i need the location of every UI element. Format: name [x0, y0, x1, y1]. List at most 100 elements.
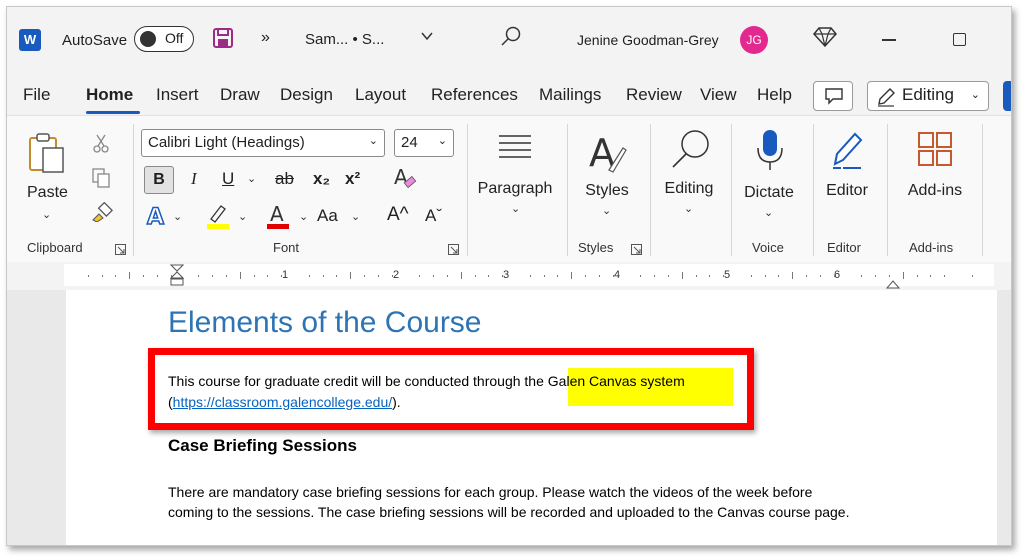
- tab-view[interactable]: View: [700, 85, 737, 105]
- paragraph[interactable]: There are mandatory case briefing sessio…: [168, 482, 888, 522]
- dialog-launcher-icon[interactable]: [631, 242, 642, 260]
- ruler-dot: [875, 275, 877, 277]
- tab-mailings[interactable]: Mailings: [539, 85, 601, 105]
- ruler-dot: [695, 275, 697, 277]
- change-case-button[interactable]: Aa: [317, 206, 338, 226]
- search-icon[interactable]: [500, 25, 522, 52]
- dictate-label[interactable]: Dictate: [737, 184, 801, 202]
- document-heading[interactable]: Elements of the Course: [168, 306, 482, 340]
- chevron-down-icon[interactable]: ⌄: [764, 206, 773, 219]
- ruler-dot: [819, 275, 821, 277]
- avatar[interactable]: JG: [740, 26, 768, 54]
- tab-insert[interactable]: Insert: [156, 85, 199, 105]
- font-size-value: 24: [401, 134, 418, 151]
- chevron-down-icon[interactable]: ⌄: [351, 210, 360, 223]
- tab-review[interactable]: Review: [626, 85, 682, 105]
- add-ins-label[interactable]: Add-ins: [903, 182, 967, 200]
- find-icon[interactable]: [669, 128, 713, 175]
- user-name[interactable]: Jenine Goodman-Grey: [577, 32, 719, 48]
- diamond-icon[interactable]: [813, 26, 837, 53]
- dialog-launcher-icon[interactable]: [448, 242, 459, 260]
- font-name-value: Calibri Light (Headings): [148, 134, 305, 151]
- bold-button[interactable]: B: [144, 166, 174, 194]
- share-button[interactable]: [1003, 81, 1011, 111]
- ruler-dot: [87, 275, 89, 277]
- editor-icon[interactable]: [829, 130, 865, 175]
- tab-references[interactable]: References: [431, 85, 518, 105]
- first-line-indent-marker-icon[interactable]: [169, 264, 185, 291]
- paste-icon[interactable]: [27, 132, 67, 179]
- font-color-icon[interactable]: A: [265, 202, 291, 235]
- font-size-select[interactable]: 24 ⌄: [394, 129, 454, 157]
- clear-formatting-icon[interactable]: A: [392, 165, 418, 196]
- chevron-down-icon[interactable]: ⌄: [173, 210, 182, 223]
- chevron-down-icon[interactable]: ⌄: [684, 202, 693, 215]
- minimize-button[interactable]: [882, 39, 896, 41]
- tab-design[interactable]: Design: [280, 85, 333, 105]
- subscript-button[interactable]: x₂: [313, 169, 330, 189]
- styles-label[interactable]: Styles: [581, 182, 633, 200]
- ruler-dot: [585, 275, 587, 277]
- ruler-dot: [764, 275, 766, 277]
- tab-file[interactable]: File: [23, 85, 50, 105]
- ruler-tick: [460, 272, 462, 279]
- dialog-launcher-icon[interactable]: [115, 242, 126, 260]
- paragraph-icon[interactable]: [495, 130, 535, 169]
- voice-group-label: Voice: [752, 240, 784, 255]
- ruler-dot: [322, 275, 324, 277]
- chevron-down-icon[interactable]: ⌄: [602, 204, 611, 217]
- separator: [650, 124, 651, 256]
- save-icon[interactable]: [213, 28, 233, 53]
- chevron-down-icon: ⌄: [368, 135, 378, 147]
- svg-text:A: A: [270, 202, 284, 226]
- ruler-tick: [129, 272, 131, 279]
- comments-button[interactable]: [813, 81, 853, 111]
- font-name-select[interactable]: Calibri Light (Headings) ⌄: [141, 129, 385, 157]
- ruler-dot: [502, 275, 504, 277]
- paragraph-label[interactable]: Paragraph: [475, 180, 555, 198]
- shrink-font-button[interactable]: Aˇ: [425, 206, 442, 226]
- italic-button[interactable]: I: [191, 169, 197, 189]
- add-ins-icon[interactable]: [917, 131, 953, 172]
- highlight-color-icon[interactable]: [205, 202, 231, 235]
- strikethrough-button[interactable]: ab: [275, 169, 294, 189]
- superscript-button[interactable]: x²: [345, 169, 360, 189]
- editing-mode-button[interactable]: Editing ⌄: [867, 81, 989, 111]
- chevron-down-icon[interactable]: ⌄: [299, 210, 308, 223]
- format-painter-icon[interactable]: [91, 201, 113, 227]
- ruler-dot: [308, 275, 310, 277]
- more-commands-icon[interactable]: »: [261, 29, 270, 47]
- ruler-number: 4: [614, 269, 621, 281]
- text-effects-icon[interactable]: A: [145, 204, 169, 233]
- editing-label[interactable]: Editing: [659, 180, 719, 198]
- chevron-down-icon[interactable]: [420, 29, 434, 48]
- ruler-dot: [543, 275, 545, 277]
- toggle-knob: [140, 31, 156, 47]
- grow-font-button[interactable]: A^: [387, 204, 409, 226]
- document-subheading[interactable]: Case Briefing Sessions: [168, 436, 357, 456]
- ruler-dot: [377, 275, 379, 277]
- chevron-down-icon[interactable]: ⌄: [42, 208, 51, 221]
- chevron-down-icon[interactable]: ⌄: [238, 210, 247, 223]
- ruler-dot: [170, 275, 172, 277]
- tab-layout[interactable]: Layout: [355, 85, 406, 105]
- copy-icon[interactable]: [92, 168, 110, 193]
- horizontal-ruler[interactable]: 1 2 3 4 5 6: [64, 264, 994, 289]
- word-logo-icon: W: [19, 29, 41, 51]
- styles-icon[interactable]: A: [587, 130, 627, 179]
- cut-icon[interactable]: [92, 134, 110, 159]
- chevron-down-icon[interactable]: ⌄: [247, 172, 256, 185]
- paste-label[interactable]: Paste: [27, 184, 68, 202]
- editor-label[interactable]: Editor: [819, 182, 875, 200]
- tab-home[interactable]: Home: [86, 85, 133, 105]
- tab-help[interactable]: Help: [757, 85, 792, 105]
- title-bar: W AutoSave Off » Sam... • S... Jenine Go…: [7, 7, 1011, 69]
- tab-draw[interactable]: Draw: [220, 85, 260, 105]
- document-title[interactable]: Sam... • S...: [305, 31, 384, 48]
- chevron-down-icon[interactable]: ⌄: [511, 202, 520, 215]
- underline-button[interactable]: U: [222, 169, 234, 189]
- maximize-button[interactable]: [953, 33, 966, 46]
- ruler-number: 3: [503, 269, 510, 281]
- microphone-icon[interactable]: [755, 128, 785, 177]
- autosave-toggle[interactable]: Off: [134, 26, 194, 52]
